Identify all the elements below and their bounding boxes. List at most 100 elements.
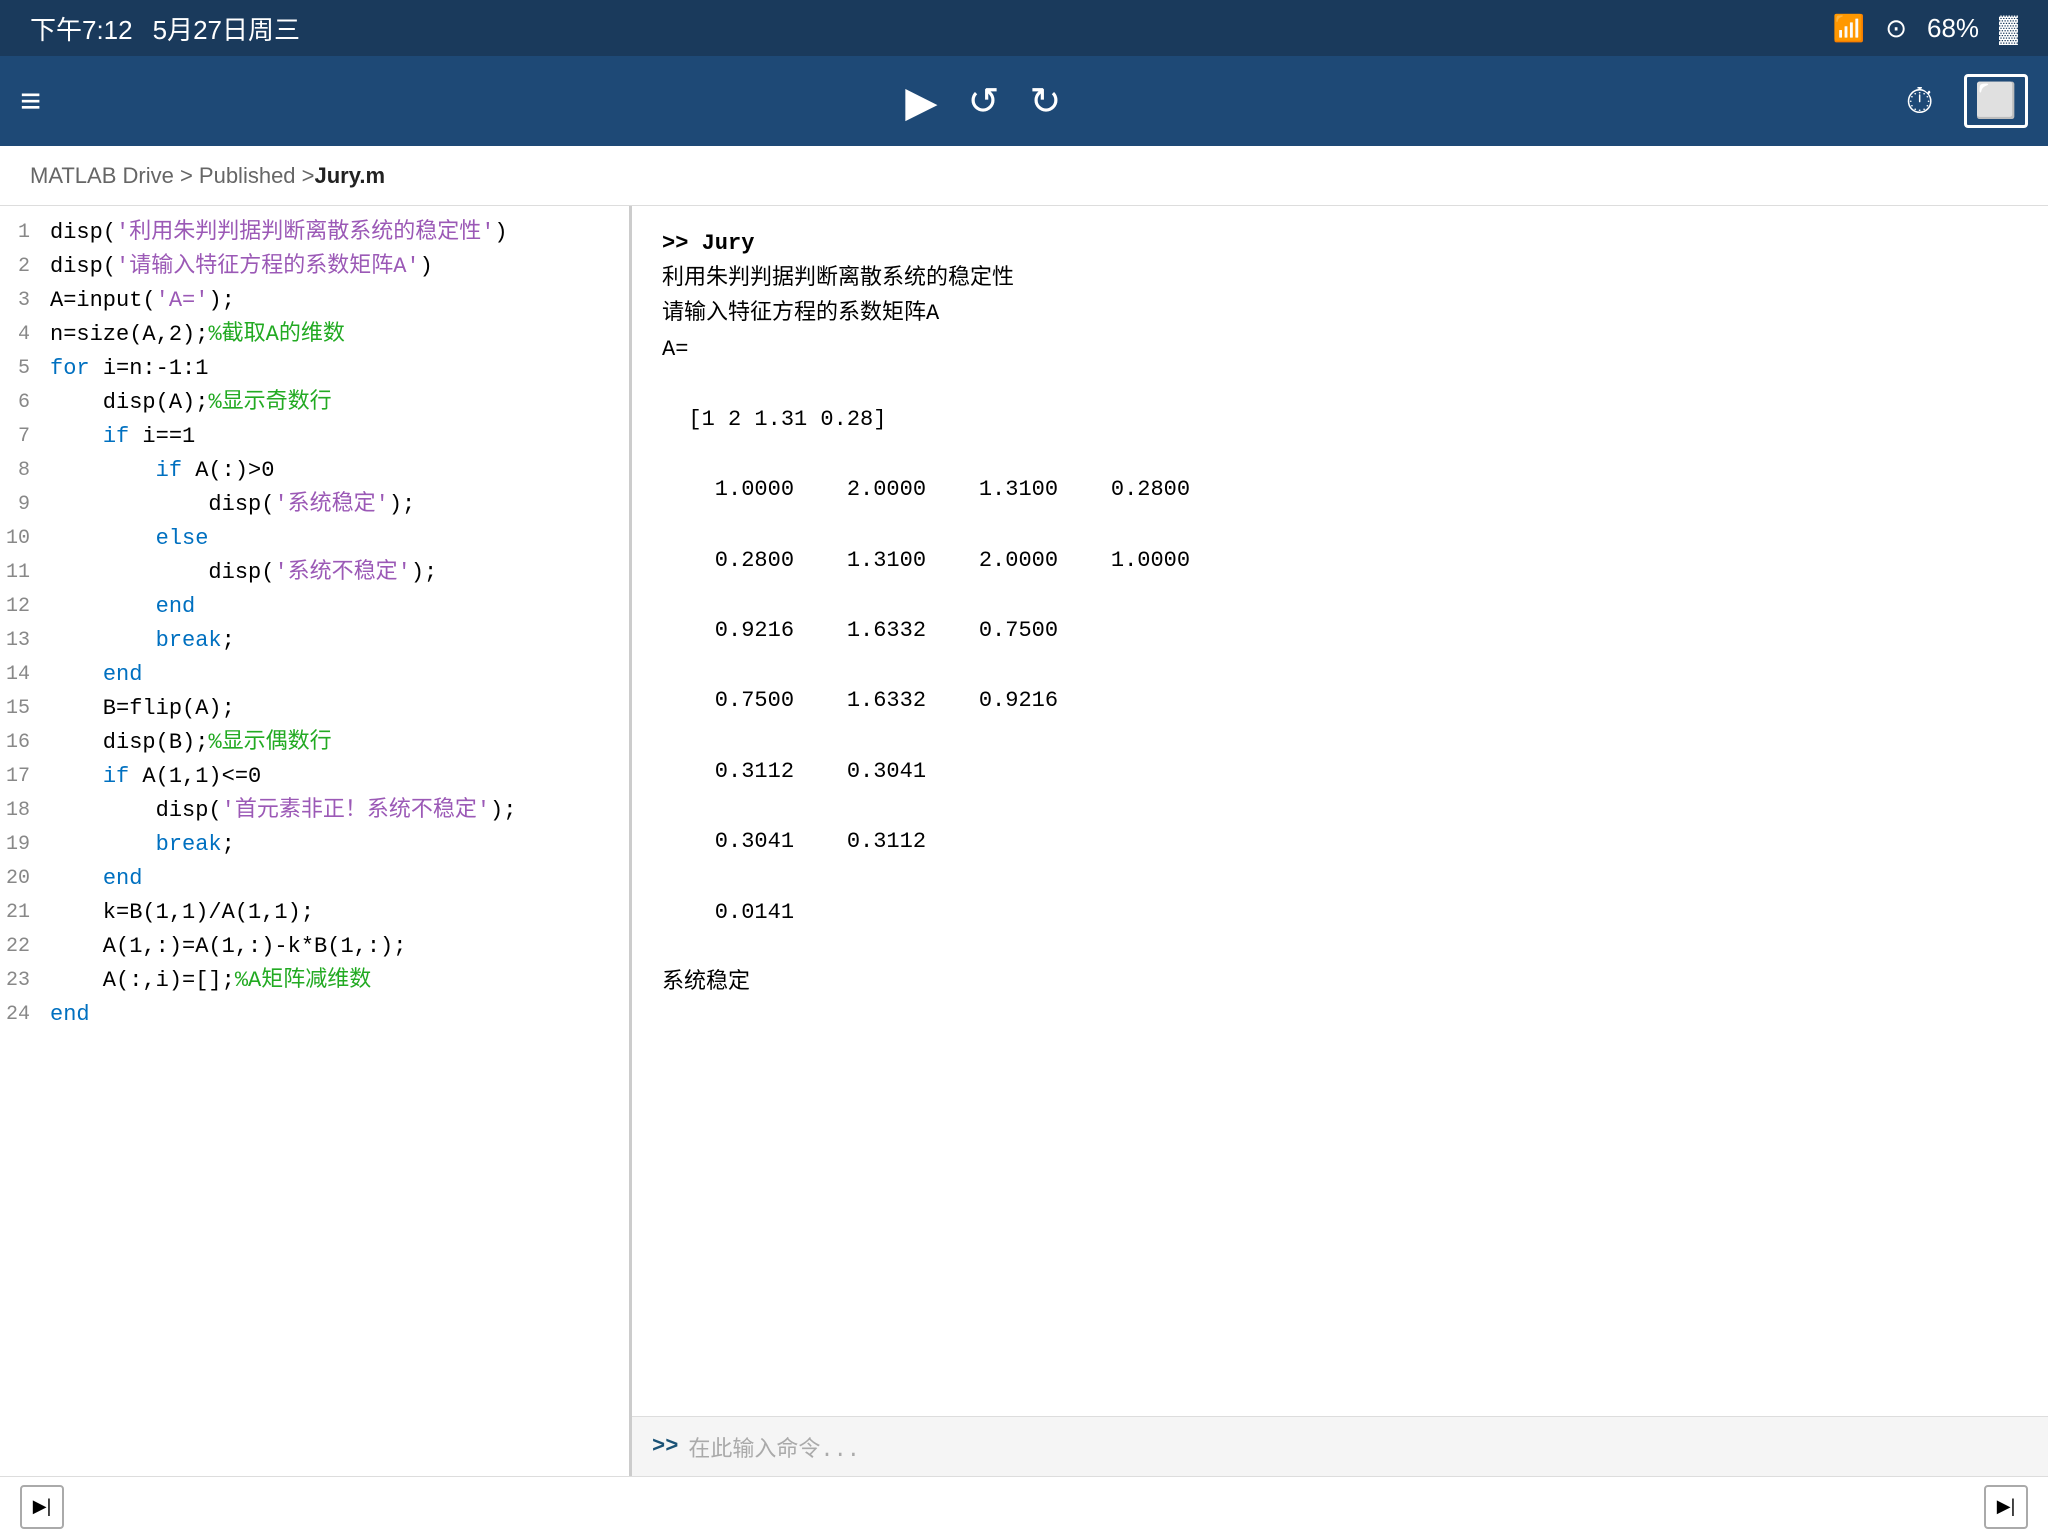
bottom-bar: ▶| ▶| — [0, 1476, 2048, 1536]
code-line: 13 break; — [0, 624, 629, 658]
output-line — [662, 578, 2018, 613]
alarm-icon: ⊙ — [1885, 13, 1907, 44]
line-number: 23 — [0, 964, 45, 998]
share-icon[interactable]: ⬜ — [1964, 74, 2028, 128]
line-number: 16 — [0, 726, 45, 760]
battery-icon: ▓ — [1999, 13, 2018, 44]
output-line: 0.3112 0.3041 — [662, 754, 2018, 789]
code-line: 22 A(1,:)=A(1,:)-k*B(1,:); — [0, 930, 629, 964]
line-number: 21 — [0, 896, 45, 930]
output-line: 0.3041 0.3112 — [662, 824, 2018, 859]
line-content: disp('请输入特征方程的系数矩阵A') — [45, 250, 629, 284]
menu-icon[interactable]: ≡ — [20, 80, 41, 122]
line-number: 17 — [0, 760, 45, 794]
code-line: 23 A(:,i)=[];%A矩阵减维数 — [0, 964, 629, 998]
line-number: 13 — [0, 624, 45, 658]
redo-button[interactable]: ↻ — [1029, 79, 1061, 124]
line-content: for i=n:-1:1 — [45, 352, 629, 386]
code-line: 17 if A(1,1)<=0 — [0, 760, 629, 794]
line-number: 7 — [0, 420, 45, 454]
output-line — [662, 437, 2018, 472]
code-line: 10 else — [0, 522, 629, 556]
output-command: >> Jury — [662, 226, 2018, 261]
output-panel: >> Jury利用朱判判据判断离散系统的稳定性请输入特征方程的系数矩阵AA= [… — [632, 206, 2048, 1476]
skip-to-end-button[interactable]: ▶| — [1984, 1485, 2028, 1529]
line-content: disp(A);%显示奇数行 — [45, 386, 629, 420]
line-number: 24 — [0, 998, 45, 1032]
code-line: 8 if A(:)>0 — [0, 454, 629, 488]
line-number: 12 — [0, 590, 45, 624]
line-content: A(:,i)=[];%A矩阵减维数 — [45, 964, 629, 998]
output-line: [1 2 1.31 0.28] — [662, 402, 2018, 437]
code-line: 15 B=flip(A); — [0, 692, 629, 726]
line-number: 11 — [0, 556, 45, 590]
output-line: 系统稳定 — [662, 965, 2018, 1000]
skip-icon: ▶| — [1997, 1496, 2016, 1517]
run-step-button[interactable]: ▶| — [20, 1485, 64, 1529]
output-line — [662, 930, 2018, 965]
status-bar: 下午7:12 5月27日周三 📶 ⊙ 68% ▓ — [0, 0, 2048, 56]
code-line: 5for i=n:-1:1 — [0, 352, 629, 386]
undo-button[interactable]: ↺ — [968, 79, 1000, 124]
line-content: B=flip(A); — [45, 692, 629, 726]
battery-text: 68% — [1927, 13, 1979, 44]
code-line: 9 disp('系统稳定'); — [0, 488, 629, 522]
code-line: 20 end — [0, 862, 629, 896]
code-line: 2disp('请输入特征方程的系数矩阵A') — [0, 250, 629, 284]
line-number: 2 — [0, 250, 45, 284]
code-panel: 1disp('利用朱判判据判断离散系统的稳定性')2disp('请输入特征方程的… — [0, 206, 630, 1476]
line-content: if A(:)>0 — [45, 454, 629, 488]
cmd-placeholder: 在此输入命令... — [688, 1431, 860, 1463]
line-content: disp('利用朱判判据判断离散系统的稳定性') — [45, 216, 629, 250]
output-line — [662, 508, 2018, 543]
output-line: 0.9216 1.6332 0.7500 — [662, 613, 2018, 648]
line-content: else — [45, 522, 629, 556]
output-line: 1.0000 2.0000 1.3100 0.2800 — [662, 472, 2018, 507]
code-line: 11 disp('系统不稳定'); — [0, 556, 629, 590]
line-content: k=B(1,1)/A(1,1); — [45, 896, 629, 930]
toolbar: ≡ ▶ ↺ ↻ ⏱ ⬜ — [0, 56, 2048, 146]
line-number: 20 — [0, 862, 45, 896]
line-content: end — [45, 862, 629, 896]
code-line: 14 end — [0, 658, 629, 692]
line-content: if i==1 — [45, 420, 629, 454]
code-line: 6 disp(A);%显示奇数行 — [0, 386, 629, 420]
output-line — [662, 648, 2018, 683]
breadcrumb-path: MATLAB Drive > Published > — [30, 163, 315, 189]
line-number: 9 — [0, 488, 45, 522]
code-line: 7 if i==1 — [0, 420, 629, 454]
line-content: end — [45, 590, 629, 624]
line-number: 22 — [0, 930, 45, 964]
run-step-icon: ▶| — [33, 1496, 52, 1517]
status-date: 5月27日周三 — [153, 10, 300, 47]
status-time: 下午7:12 — [30, 10, 133, 47]
line-content: end — [45, 998, 629, 1032]
code-line: 4n=size(A,2);%截取A的维数 — [0, 318, 629, 352]
output-line: 0.0141 — [662, 895, 2018, 930]
code-line: 3A=input('A='); — [0, 284, 629, 318]
line-content: disp('系统不稳定'); — [45, 556, 629, 590]
line-number: 19 — [0, 828, 45, 862]
line-content: A(1,:)=A(1,:)-k*B(1,:); — [45, 930, 629, 964]
line-content: A=input('A='); — [45, 284, 629, 318]
code-line: 21 k=B(1,1)/A(1,1); — [0, 896, 629, 930]
output-line — [662, 789, 2018, 824]
line-number: 18 — [0, 794, 45, 828]
line-number: 3 — [0, 284, 45, 318]
code-line: 18 disp('首元素非正！系统不稳定'); — [0, 794, 629, 828]
code-line: 16 disp(B);%显示偶数行 — [0, 726, 629, 760]
line-number: 14 — [0, 658, 45, 692]
output-line — [662, 367, 2018, 402]
line-number: 4 — [0, 318, 45, 352]
command-bar[interactable]: >> 在此输入命令... — [632, 1416, 2048, 1476]
code-line: 19 break; — [0, 828, 629, 862]
play-button[interactable]: ▶ — [905, 77, 937, 126]
breadcrumb-file: Jury.m — [315, 163, 386, 189]
output-line: A= — [662, 332, 2018, 367]
line-content: break; — [45, 828, 629, 862]
line-number: 15 — [0, 692, 45, 726]
line-content: break; — [45, 624, 629, 658]
line-content: disp('系统稳定'); — [45, 488, 629, 522]
output-line — [662, 859, 2018, 894]
history-icon[interactable]: ⏱ — [1906, 80, 1934, 123]
